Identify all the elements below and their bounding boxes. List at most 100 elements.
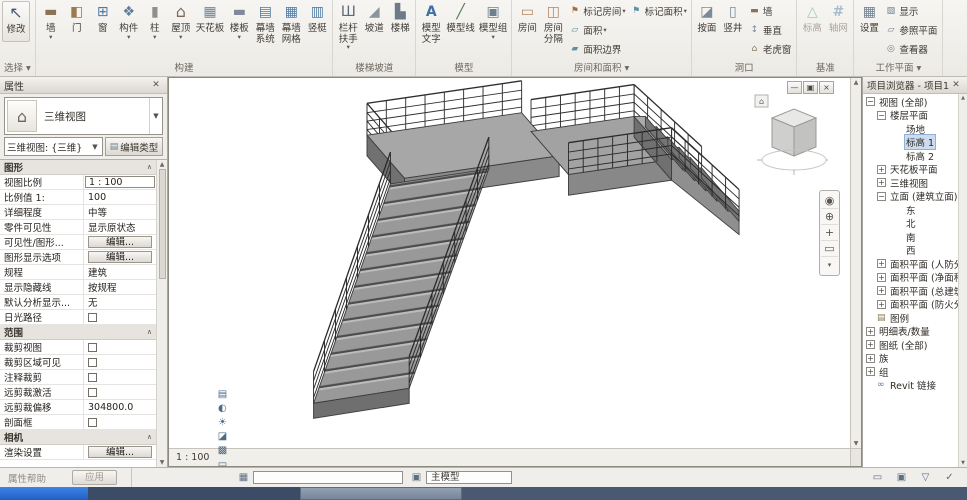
3d-view-canvas[interactable]: ⌂ ◉⊕+▭▾ —▣× xyxy=(169,78,850,448)
tree-item-label[interactable]: 楼层平面 xyxy=(888,108,930,122)
type-selector[interactable]: ⌂ 三维视图 ▼ xyxy=(4,97,163,135)
design-options-icon[interactable]: ▣ xyxy=(409,471,424,485)
tree-expander-icon[interactable]: + xyxy=(877,165,886,174)
tree-item[interactable]: − 楼层平面 xyxy=(863,109,958,123)
property-value-text[interactable]: 按规程 xyxy=(85,280,155,294)
tree-item[interactable]: 图例 xyxy=(863,311,958,325)
property-row[interactable]: 详细程度 中等 xyxy=(0,205,156,220)
tree-expander-icon[interactable]: + xyxy=(866,354,875,363)
ribbon-button[interactable]: 幕墙 系统 xyxy=(252,1,278,50)
ribbon-button[interactable]: 窗 xyxy=(90,1,116,50)
browser-scrollbar[interactable]: ▲ ▼ xyxy=(958,94,967,467)
visual-style-icon[interactable]: ◐ xyxy=(215,402,229,416)
tree-expander-icon[interactable]: − xyxy=(877,192,886,201)
tree-item[interactable]: − 视图 (全部) xyxy=(863,95,958,109)
checkbox[interactable] xyxy=(88,358,97,367)
property-row[interactable]: 范围 xyxy=(0,325,156,340)
apply-button[interactable]: 应用 xyxy=(72,470,117,485)
ribbon-button[interactable]: 标高 xyxy=(799,1,825,40)
tree-item[interactable]: + 族 xyxy=(863,352,958,366)
property-value[interactable]: 编辑... xyxy=(84,251,156,263)
tree-expander-icon[interactable]: + xyxy=(877,286,886,295)
tree-item-label[interactable]: 立面 (建筑立面) xyxy=(888,189,958,203)
ribbon-button[interactable]: 幕墙 网格 xyxy=(278,1,304,50)
project-browser-header[interactable]: 项目浏览器 - 项目1 ✕ xyxy=(863,77,967,94)
property-value-text[interactable]: 304800.0 xyxy=(85,402,155,413)
ribbon-button[interactable]: 栏杆 扶手 ▾ xyxy=(335,1,361,50)
tree-item-label[interactable]: 面积平面 (人防分区面积) xyxy=(888,257,958,271)
property-value-text[interactable]: 无 xyxy=(85,295,155,309)
tree-item-label[interactable]: 明细表/数量 xyxy=(877,324,932,338)
tree-item-label[interactable]: 东 xyxy=(904,203,918,217)
property-row[interactable]: 裁剪区域可见 xyxy=(0,355,156,370)
tree-item[interactable]: + 面积平面 (净面积) xyxy=(863,271,958,285)
property-value[interactable] xyxy=(84,343,156,352)
property-value[interactable] xyxy=(84,313,156,322)
properties-scrollbar[interactable]: ▲ ▼ xyxy=(156,160,167,467)
ribbon-small-button[interactable]: 垂直 xyxy=(746,20,795,39)
property-value-text[interactable]: 编辑... xyxy=(88,236,152,248)
design-options-field[interactable]: 主模型 xyxy=(426,471,512,484)
ribbon-small-button[interactable]: 参照平面 xyxy=(882,20,940,39)
property-value-text[interactable]: 建筑 xyxy=(85,265,155,279)
chevron-down-icon[interactable]: ▼ xyxy=(90,138,100,155)
pan-icon[interactable]: + xyxy=(821,225,838,241)
property-value[interactable]: 100 xyxy=(84,192,156,203)
property-row[interactable]: 图形显示选项 编辑... xyxy=(0,250,156,265)
scroll-up-icon[interactable]: ▲ xyxy=(854,79,859,86)
ribbon-small-button[interactable]: 面积 ▾ xyxy=(566,20,627,39)
tree-expander-icon[interactable]: + xyxy=(877,273,886,282)
scroll-up-icon[interactable]: ▲ xyxy=(961,95,965,101)
restore-view-icon[interactable]: ▣ xyxy=(803,81,818,94)
scrollbar-thumb[interactable] xyxy=(159,169,166,279)
steering-wheel-icon[interactable]: ◉ xyxy=(821,193,838,209)
ribbon-small-button[interactable]: 老虎窗 xyxy=(746,39,795,58)
tree-item[interactable]: + 明细表/数量 xyxy=(863,325,958,339)
press-drag-icon[interactable]: ▣ xyxy=(894,471,909,485)
tree-item[interactable]: + 天花板平面 xyxy=(863,163,958,177)
tree-item[interactable]: + 面积平面 (防火分区面积) xyxy=(863,298,958,312)
checkbox[interactable] xyxy=(88,373,97,382)
ribbon-button[interactable]: 坡道 xyxy=(361,1,387,50)
ribbon-button[interactable]: 轴网 xyxy=(825,1,851,40)
close-icon[interactable]: ✕ xyxy=(149,80,163,90)
property-value[interactable]: 304800.0 xyxy=(84,402,156,413)
property-value[interactable] xyxy=(84,388,156,397)
property-row[interactable]: 规程 建筑 xyxy=(0,265,156,280)
tree-item-label[interactable]: 天花板平面 xyxy=(888,162,940,176)
property-row[interactable]: 渲染设置 编辑... xyxy=(0,445,156,460)
ribbon-button[interactable]: 模型线 xyxy=(444,1,477,50)
property-row[interactable]: 图形 xyxy=(0,160,156,175)
scroll-up-icon[interactable]: ▲ xyxy=(160,161,165,168)
ribbon-button[interactable]: 修改 xyxy=(2,1,30,42)
editable-only-icon[interactable]: ✓ xyxy=(942,471,957,485)
property-row[interactable]: 注释裁剪 xyxy=(0,370,156,385)
property-row[interactable]: 剖面框 xyxy=(0,415,156,430)
worksets-icon[interactable]: ▦ xyxy=(236,471,251,485)
ribbon-group-label[interactable]: 选择 ▾ xyxy=(0,62,35,76)
property-row[interactable]: 比例值 1: 100 xyxy=(0,190,156,205)
ribbon-small-button[interactable]: 查看器 xyxy=(882,39,940,58)
ribbon-group-label[interactable]: 模型 xyxy=(416,62,511,76)
property-row[interactable]: 可见性/图形... 编辑... xyxy=(0,235,156,250)
ribbon-group-label[interactable]: 洞口 xyxy=(692,62,797,76)
tree-item[interactable]: − 立面 (建筑立面) xyxy=(863,190,958,204)
tree-item-label[interactable]: 标高 2 xyxy=(904,149,936,163)
tree-item[interactable]: 标高 2 xyxy=(863,149,958,163)
ribbon-small-button[interactable]: 墙 xyxy=(746,1,795,20)
exclude-options-icon[interactable]: ▭ xyxy=(870,471,885,485)
tree-item[interactable]: + 组 xyxy=(863,365,958,379)
tree-item[interactable]: + 面积平面 (总建筑面积) xyxy=(863,284,958,298)
ribbon-button[interactable]: 模型组 ▾ xyxy=(477,1,510,50)
rendering-dialog-icon[interactable]: ▩ xyxy=(215,444,229,458)
property-row[interactable]: 相机 xyxy=(0,430,156,445)
properties-panel-header[interactable]: 属性 ✕ xyxy=(0,77,167,94)
tree-expander-icon[interactable]: + xyxy=(877,178,886,187)
checkbox[interactable] xyxy=(88,343,97,352)
stairs-3d-model[interactable] xyxy=(169,78,850,448)
property-value-text[interactable]: 编辑... xyxy=(88,446,152,458)
tree-item-label[interactable]: 面积平面 (净面积) xyxy=(888,270,958,284)
tree-item-label[interactable]: 族 xyxy=(877,351,891,365)
ribbon-small-button[interactable]: 显示 xyxy=(882,1,940,20)
property-value[interactable] xyxy=(84,358,156,367)
